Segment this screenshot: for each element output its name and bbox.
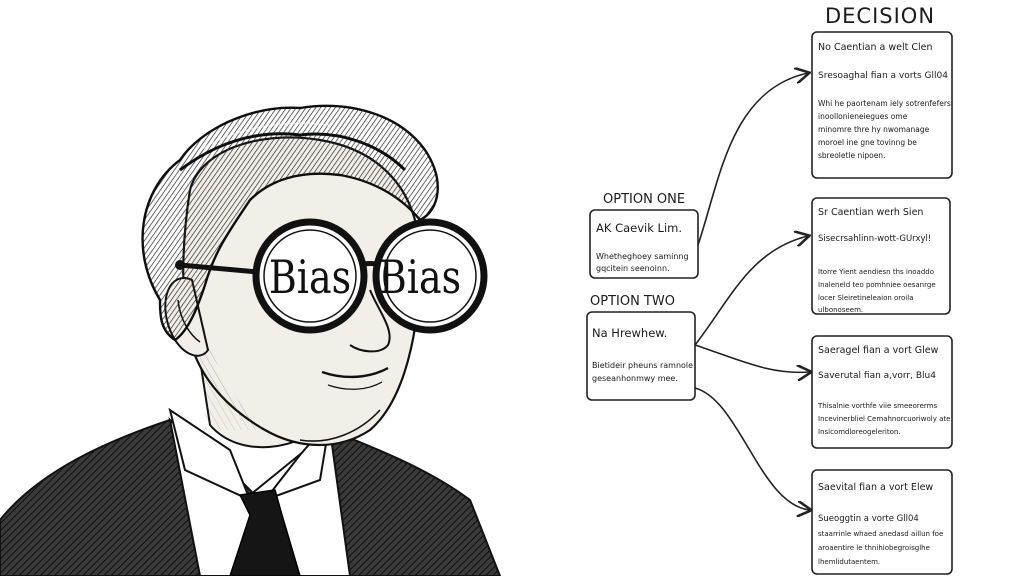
- man-illustration: Bias Bias: [0, 104, 502, 576]
- arrow-4: [694, 387, 810, 510]
- outcome-4-line-1: staarrinle whaed anedasd aillun foe: [818, 530, 943, 538]
- outcome-1-title: No Caentian a welt Clen: [818, 42, 932, 53]
- left-lens-text: Bias: [269, 250, 351, 303]
- outcome-2-subtitle: Sisecrsahlinn-wott-GUrxyl!: [818, 234, 931, 244]
- stage: Bias Bias DECISION OPTION ONE AK Caevik …: [0, 4, 953, 576]
- outcome-4-title: Saevital fian a vort Elew: [818, 482, 933, 493]
- diagram-heading: DECISION: [825, 4, 935, 28]
- outcome-2-line-1: Itorre Yient aendiesn ths inoaddo: [818, 268, 934, 276]
- option-one-label: OPTION ONE: [603, 192, 685, 207]
- outcome-4-subtitle: Sueoggtin a vorte Gll04: [818, 514, 919, 524]
- outcome-1-line-1: Whi he paortenam iely sotrenfefers.: [818, 99, 953, 108]
- option-two-title: Na Hrewhew.: [592, 326, 667, 340]
- outcome-3: Saeragel fian a vort Glew Saverutal fian…: [811, 335, 953, 449]
- outcome-2-line-2: Inaleneld teo pomhniee oesanrge: [818, 281, 936, 289]
- right-lens-text: Bias: [379, 250, 461, 303]
- outcome-1-subtitle: Sresoaghal fian a vorts Gll04: [818, 71, 948, 81]
- option-two-label: OPTION TWO: [590, 294, 675, 309]
- outcome-1-line-2: inoollonieneiegues ome: [818, 112, 908, 121]
- outcome-4-line-3: lhemlidutaentem.: [818, 558, 880, 566]
- outcome-3-subtitle: Saverutal fian a,vorr, Blu4: [818, 371, 936, 381]
- outcome-4-line-2: aroaentire le thnihiobegroisglhe: [818, 544, 930, 552]
- outcome-4: Saevital fian a vort Elew Sueoggtin a vo…: [811, 469, 953, 575]
- outcome-1-line-5: sbreoletle nipoen.: [818, 151, 885, 160]
- outcome-2-line-4: ulbonoseem.: [818, 306, 863, 314]
- outcome-2-title: Sr Caentian werh Sien: [818, 207, 923, 218]
- arrow-3: [694, 344, 810, 372]
- option-two-line-2: geseanhonmwy mee.: [592, 374, 678, 383]
- arrow-1: [697, 73, 808, 246]
- option-one-line-1: Whetheghoey saminng: [596, 252, 689, 261]
- outcome-3-line-2: Incevinerbliel Cemahnorcuoriwoly ate: [818, 415, 950, 423]
- decision-diagram: DECISION OPTION ONE AK Caevik Lim. Wheth…: [586, 4, 953, 575]
- option-one-title: AK Caevik Lim.: [596, 221, 682, 235]
- option-one-line-2: gqcitein seenoinn.: [596, 264, 670, 273]
- arrow-2: [694, 236, 808, 346]
- outcome-2-line-3: locer Sleiretineleaion oroila: [818, 294, 914, 302]
- outcome-3-line-3: Insicomdloreogeleriton.: [818, 428, 901, 436]
- outcome-1-line-3: minomre thre hy nwomanage: [818, 125, 930, 134]
- option-two-line-1: Bietideir pheuns ramnole: [592, 361, 693, 370]
- outcome-1-line-4: moroel ine gne tovinng be: [818, 138, 917, 147]
- outcome-3-title: Saeragel fian a vort Glew: [818, 345, 939, 356]
- outcome-2: Sr Caentian werh Sien Sisecrsahlinn-wott…: [811, 197, 951, 315]
- outcome-1: No Caentian a welt Clen Sresoaghal fian …: [811, 31, 953, 179]
- outcome-3-line-1: Thisalnie vorthfe viie smeeorerms: [817, 402, 937, 410]
